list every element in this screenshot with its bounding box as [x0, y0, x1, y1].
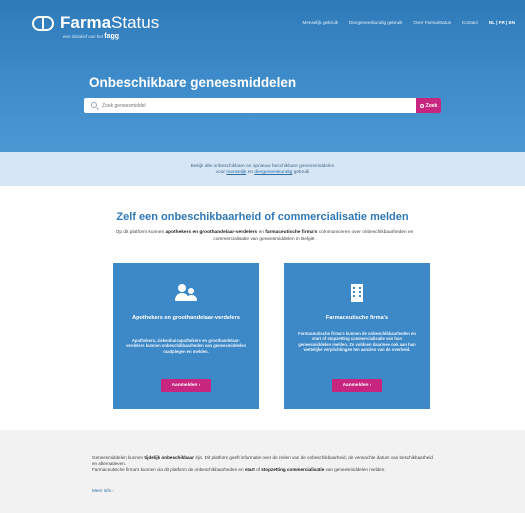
info-band: Bekijk alle onbeschikbare en opnieuw bes…	[0, 152, 525, 186]
card-description: Farmaceutische firma's kunnen de onbesch…	[298, 331, 416, 353]
bottom-info-text: Geneesmiddelen kunnen tijdelijk onbeschi…	[92, 455, 433, 473]
card-pharma-companies: Farmaceutische firma's Farmaceutische fi…	[284, 263, 430, 409]
search-button-icon	[419, 103, 424, 108]
login-pharmacists-button[interactable]: Aanmelden ›	[161, 379, 211, 392]
logo-text-suffix: Status	[111, 13, 160, 32]
search-button[interactable]: Zoek	[416, 98, 441, 113]
info-line-2: voor menselijk en diergeneeskundig gebru…	[215, 170, 310, 175]
link-menselijk[interactable]: menselijk	[226, 170, 246, 175]
nav-contact[interactable]: Contact	[462, 20, 478, 25]
fagg-brand: fagg	[104, 33, 120, 40]
language-switcher[interactable]: NL | FR | EN	[489, 20, 515, 25]
logo-tagline: een initiatief van het fagg	[63, 33, 120, 40]
farmastatus-logo[interactable]: FarmaStatus	[32, 14, 159, 32]
card-pharmacists: Apothekers en groothandelaar-verdelers A…	[113, 263, 259, 409]
login-companies-button[interactable]: Aanmelden ›	[332, 379, 382, 392]
pill-logo-icon	[32, 16, 54, 31]
search-bar: Zoek	[84, 98, 441, 113]
info-line-1: Bekijk alle onbeschikbare en opnieuw bes…	[190, 164, 335, 169]
more-info-link[interactable]: Meer info ›	[92, 488, 114, 493]
card-title: Farmaceutische firma's	[325, 315, 389, 321]
building-icon	[351, 284, 363, 302]
search-icon	[91, 102, 97, 108]
nav-diergeneeskundig-gebruik[interactable]: Diergeneeskundig gebruik	[349, 20, 402, 25]
card-title: Apothekers en groothandelaar-verdelers	[132, 315, 240, 321]
top-nav: Menselijk gebruik Diergeneeskundig gebru…	[303, 20, 515, 25]
nav-menselijk-gebruik[interactable]: Menselijk gebruik	[303, 20, 339, 25]
nav-over-farmastatus[interactable]: Over FarmaStatus	[413, 20, 451, 25]
report-section-intro: Op dit platform kunnen apothekers en gro…	[115, 230, 414, 242]
link-diergeneeskundig[interactable]: diergeneeskundig	[254, 170, 292, 175]
card-description: Apothekers, ziekenhuisapothekers en groo…	[125, 338, 247, 354]
hero-banner: FarmaStatus een initiatief van het fagg …	[0, 0, 525, 152]
people-icon	[175, 284, 197, 302]
page-title: Onbeschikbare geneesmiddelen	[89, 75, 297, 90]
report-section-title: Zelf een onbeschikbaarheid of commercial…	[116, 211, 409, 223]
search-button-label: Zoek	[425, 102, 438, 109]
logo-text-prefix: Farma	[60, 13, 112, 32]
search-input[interactable]	[102, 100, 402, 111]
